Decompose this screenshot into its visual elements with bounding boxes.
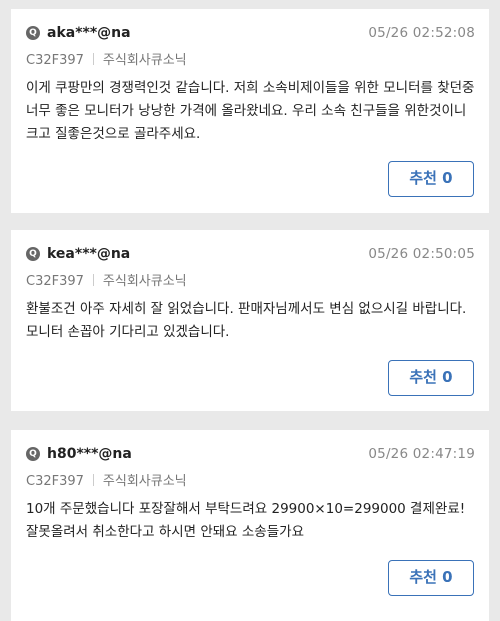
review-header: Q h80***@na 05/26 02:47:19 xyxy=(26,444,475,464)
review-timestamp: 05/26 02:52:08 xyxy=(368,25,475,41)
meta-divider xyxy=(92,53,94,65)
review-timestamp: 05/26 02:50:05 xyxy=(368,246,475,262)
review-timestamp: 05/26 02:47:19 xyxy=(368,446,475,462)
recommend-button[interactable]: 추천 0 xyxy=(388,560,474,596)
review-body: 환불조건 아주 자세히 잘 읽었습니다. 판매자님께서도 변심 없으시길 바랍니… xyxy=(26,301,467,340)
review-header: Q aka***@na 05/26 02:52:08 xyxy=(26,23,475,43)
recommend-button[interactable]: 추천 0 xyxy=(388,161,474,197)
review-card: Q kea***@na 05/26 02:50:05 C32F397 주식회사큐소… xyxy=(11,230,489,411)
review-username: aka***@na xyxy=(47,25,131,41)
user-avatar-icon: Q xyxy=(26,247,40,261)
seller-name: 주식회사큐소닉 xyxy=(102,474,187,489)
review-body: 10개 주문했습니다 포장잘해서 부탁드려요 29900×10=299000 결… xyxy=(26,501,466,540)
meta-divider xyxy=(92,474,94,486)
meta-divider xyxy=(92,274,94,286)
review-card: Q aka***@na 05/26 02:52:08 C32F397 주식회사큐소… xyxy=(11,9,489,213)
review-header: Q kea***@na 05/26 02:50:05 xyxy=(26,244,475,264)
product-code: C32F397 xyxy=(26,53,84,68)
review-meta: C32F397 주식회사큐소닉 xyxy=(26,473,187,491)
review-body: 이게 쿠팡만의 경쟁력인것 같습니다. 저희 소속비제이들을 위한 모니터를 찾… xyxy=(26,80,475,142)
seller-name: 주식회사큐소닉 xyxy=(102,274,187,289)
user-avatar-icon: Q xyxy=(26,26,40,40)
recommend-button[interactable]: 추천 0 xyxy=(388,360,474,396)
review-username: h80***@na xyxy=(47,446,132,462)
review-meta: C32F397 주식회사큐소닉 xyxy=(26,52,187,70)
product-code: C32F397 xyxy=(26,274,84,289)
user-avatar-icon: Q xyxy=(26,447,40,461)
seller-name: 주식회사큐소닉 xyxy=(102,53,187,68)
review-meta: C32F397 주식회사큐소닉 xyxy=(26,273,187,291)
product-code: C32F397 xyxy=(26,474,84,489)
review-username: kea***@na xyxy=(47,246,131,262)
review-card: Q h80***@na 05/26 02:47:19 C32F397 주식회사큐소… xyxy=(11,430,489,621)
